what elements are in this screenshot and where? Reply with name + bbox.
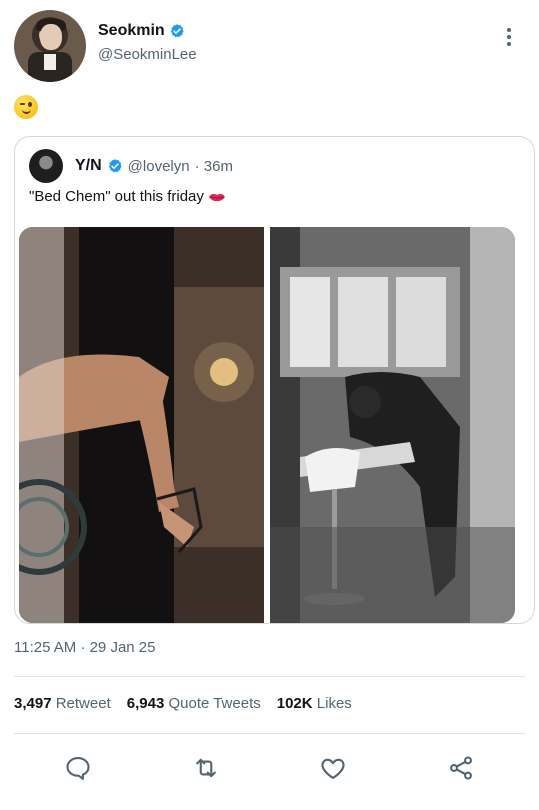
author-display-name[interactable]: Seokmin xyxy=(98,22,165,40)
likes-count: 102K xyxy=(276,695,313,712)
quote-label: Quote Tweets xyxy=(168,695,261,712)
photo-left-illustration xyxy=(19,227,264,623)
divider xyxy=(14,733,525,734)
verified-badge-icon xyxy=(108,159,122,173)
reply-icon[interactable] xyxy=(61,751,95,785)
quote-tweets-stat[interactable]: 6,943 Quote Tweets xyxy=(127,695,261,712)
verified-badge-icon xyxy=(170,24,184,38)
quoted-author-name[interactable]: Y/N xyxy=(75,157,102,175)
tweet-text xyxy=(14,95,38,125)
tweet-stats: 3,497 Retweet 6,943 Quote Tweets 102K Li… xyxy=(14,695,352,712)
heart-icon-svg xyxy=(321,758,345,779)
retweet-count: 3,497 xyxy=(14,695,52,712)
quoted-time-ago: · 36m xyxy=(194,157,233,175)
avatar-face xyxy=(40,24,62,50)
quoted-author-handle[interactable]: @lovelyn xyxy=(128,158,190,175)
media-photo-right[interactable] xyxy=(270,227,515,623)
quoted-tweet-text: "Bed Chem" out this friday xyxy=(29,188,204,205)
author-handle[interactable]: @SeokminLee xyxy=(98,46,197,63)
retweet-icon[interactable] xyxy=(189,751,223,785)
author-avatar[interactable] xyxy=(14,10,86,82)
tweet-header: Seokmin @SeokminLee xyxy=(14,10,525,86)
quoted-tweet-text-row: "Bed Chem" out this friday xyxy=(29,188,226,205)
media-photo-left[interactable] xyxy=(19,227,264,623)
like-icon[interactable] xyxy=(316,751,350,785)
winking-face-emoji-icon xyxy=(14,95,38,119)
retweet-icon-svg xyxy=(195,758,216,778)
reply-icon-svg xyxy=(66,757,90,780)
share-icon-svg xyxy=(450,756,473,780)
tweet-timestamp[interactable]: 11:25 AM · 29 Jan 25 xyxy=(14,639,155,656)
avatar-collar xyxy=(44,54,56,70)
kiss-mark-icon xyxy=(208,193,225,201)
dot xyxy=(507,35,511,39)
retweet-label: Retweet xyxy=(55,695,111,712)
quoted-tweet-card[interactable]: Y/N @lovelyn · 36m "Bed Chem" out this f… xyxy=(14,136,535,624)
quoted-author-row[interactable]: Y/N @lovelyn · 36m xyxy=(75,157,233,175)
quote-count: 6,943 xyxy=(126,695,165,712)
share-icon[interactable] xyxy=(444,751,478,785)
author-name-row[interactable]: Seokmin xyxy=(98,22,185,40)
likes-label: Likes xyxy=(316,695,352,712)
divider xyxy=(14,676,525,677)
likes-stat[interactable]: 102K Likes xyxy=(277,695,352,712)
tweet-actions-bar xyxy=(14,748,525,788)
photo-right-illustration xyxy=(270,227,515,623)
dot xyxy=(507,28,511,32)
retweet-stat[interactable]: 3,497 Retweet xyxy=(14,695,111,712)
quoted-tweet-media[interactable] xyxy=(19,227,515,623)
quoted-author-avatar[interactable] xyxy=(29,149,63,183)
dot xyxy=(507,42,511,46)
more-options-icon[interactable] xyxy=(499,26,519,48)
